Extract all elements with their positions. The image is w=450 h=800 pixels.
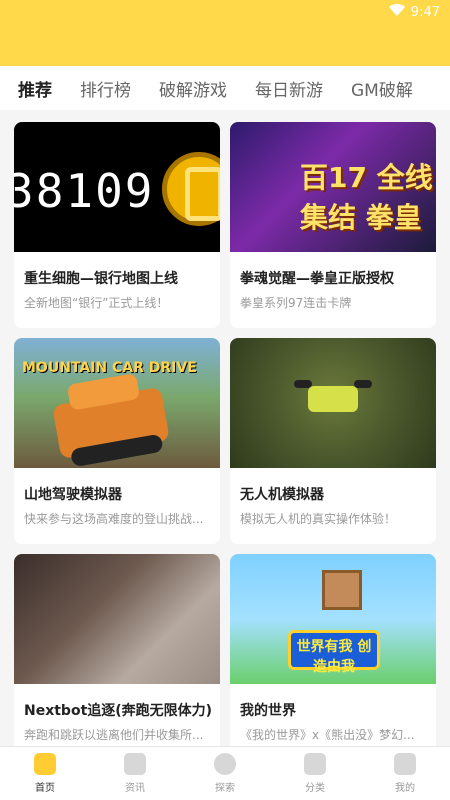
wifi-icon — [388, 4, 405, 20]
game-desc: 快来参与这场高难度的登山挑战... — [24, 512, 204, 526]
nav-label: 分类 — [305, 783, 325, 794]
status-time: 9:47 — [410, 4, 440, 20]
news-icon — [124, 753, 146, 775]
thumbnail-text: 百17 全线集结 拳皇 — [300, 161, 433, 234]
game-title: 山地驾驶模拟器 — [24, 487, 122, 503]
game-thumbnail[interactable]: 世界有我 创造由我 — [230, 554, 436, 684]
nav-label: 我的 — [395, 783, 415, 794]
thumbnail-text: 世界有我 创造由我 — [296, 639, 372, 675]
home-icon — [34, 753, 56, 775]
game-card[interactable]: 38109 重生细胞—银行地图上线 全新地图“银行”正式上线！ — [14, 122, 220, 328]
game-title: 重生细胞—银行地图上线 — [24, 271, 178, 287]
car-illustration — [52, 386, 170, 460]
game-thumbnail[interactable] — [14, 554, 220, 684]
game-thumbnail[interactable] — [230, 338, 436, 468]
nav-explore[interactable]: 探索 — [190, 753, 260, 794]
nav-label: 探索 — [215, 783, 235, 794]
tab-recommend[interactable]: 推荐 — [18, 76, 52, 113]
category-tabs: 推荐 排行榜 破解游戏 每日新游 GM破解 — [0, 66, 450, 113]
nav-home[interactable]: 首页 — [10, 753, 80, 794]
game-card[interactable]: MOUNTAIN CAR DRIVE 山地驾驶模拟器 快来参与这场高难度的登山挑… — [14, 338, 220, 544]
thumbnail-text: MOUNTAIN CAR DRIVE — [22, 360, 197, 376]
main-content[interactable]: 38109 重生细胞—银行地图上线 全新地图“银行”正式上线！ 百17 全线集结… — [0, 110, 450, 746]
game-card[interactable]: 百17 全线集结 拳皇 拳魂觉醒—拳皇正版授权 拳皇系列97连击卡牌 — [230, 122, 436, 328]
game-card[interactable]: 无人机模拟器 模拟无人机的真实操作体验！ — [230, 338, 436, 544]
game-desc: 模拟无人机的真实操作体验！ — [240, 512, 397, 526]
game-desc: 奔跑和跳跃以逃离他们并收集所... — [24, 728, 204, 742]
coin-icon — [162, 152, 220, 226]
nav-category[interactable]: 分类 — [280, 753, 350, 794]
game-desc: 拳皇系列97连击卡牌 — [240, 296, 352, 310]
game-grid: 38109 重生细胞—银行地图上线 全新地图“银行”正式上线！ 百17 全线集结… — [14, 122, 436, 746]
tab-daily-new[interactable]: 每日新游 — [255, 76, 323, 101]
game-title: 我的世界 — [240, 703, 296, 719]
game-desc: 全新地图“银行”正式上线！ — [24, 296, 169, 310]
tab-gm-cracked[interactable]: GM破解 — [351, 76, 413, 101]
profile-icon — [394, 753, 416, 775]
game-thumbnail[interactable]: 百17 全线集结 拳皇 — [230, 122, 436, 252]
nav-label: 首页 — [35, 783, 55, 794]
nav-label: 资讯 — [125, 783, 145, 794]
game-card[interactable]: 世界有我 创造由我 我的世界 《我的世界》x《熊出没》梦幻... — [230, 554, 436, 746]
tab-ranking[interactable]: 排行榜 — [80, 76, 131, 101]
thumbnail-text: 38109 — [14, 164, 155, 218]
drone-illustration — [294, 380, 372, 412]
status-bar: 9:47 — [0, 0, 450, 24]
game-title: 无人机模拟器 — [240, 487, 324, 503]
game-title: Nextbot追逐(奔跑无限体力) — [24, 703, 213, 719]
category-icon — [304, 753, 326, 775]
nav-news[interactable]: 资讯 — [100, 753, 170, 794]
game-title: 拳魂觉醒—拳皇正版授权 — [240, 271, 394, 287]
compass-icon — [214, 753, 236, 775]
game-thumbnail[interactable]: MOUNTAIN CAR DRIVE — [14, 338, 220, 468]
game-card[interactable]: Nextbot追逐(奔跑无限体力) 奔跑和跳跃以逃离他们并收集所... — [14, 554, 220, 746]
game-desc: 《我的世界》x《熊出没》梦幻... — [240, 728, 415, 742]
game-thumbnail[interactable]: 38109 — [14, 122, 220, 252]
tab-cracked-games[interactable]: 破解游戏 — [159, 76, 227, 101]
nav-profile[interactable]: 我的 — [370, 753, 440, 794]
top-header — [0, 24, 450, 66]
bottom-nav: 首页 资讯 探索 分类 我的 — [0, 746, 450, 800]
block-illustration — [322, 570, 362, 610]
status-right: 9:47 — [388, 4, 440, 20]
